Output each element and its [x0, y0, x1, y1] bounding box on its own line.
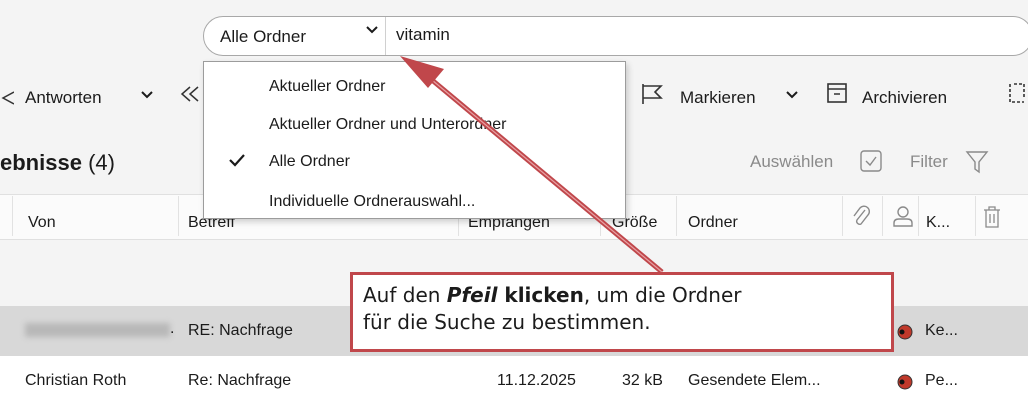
callout-text: Auf den Pfeil klicken, um die Ordner für … — [363, 283, 742, 334]
